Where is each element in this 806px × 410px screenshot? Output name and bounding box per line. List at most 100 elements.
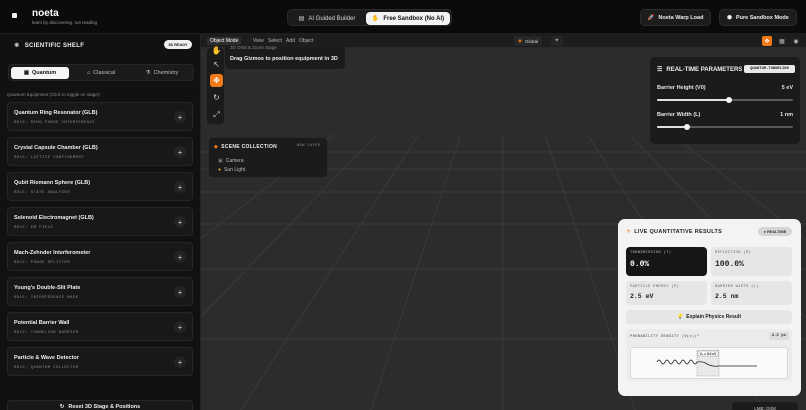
barrier-height-fill xyxy=(657,99,730,101)
free-sandbox-button[interactable]: ✋ Free Sandbox (No AI) xyxy=(366,12,450,25)
object-mode-menu[interactable]: Object Mode xyxy=(207,37,242,45)
transmission-value: 0.0% xyxy=(630,260,650,269)
equipment-role: ROLE: LATTICE CONFINEMENT xyxy=(14,156,85,160)
scene-item-sun-light[interactable]: ● Sun Light xyxy=(218,167,245,173)
scene-item-camera[interactable]: ▣ Camera xyxy=(218,158,244,164)
tab-classical[interactable]: ⌂ Classical xyxy=(73,67,129,79)
select-menu[interactable]: Select xyxy=(268,38,282,44)
scale-tool-icon[interactable]: ⤢ xyxy=(210,108,223,121)
equipment-role: ROLE: RING PHASE INTERFERENCE xyxy=(14,121,96,125)
barrier-width-label: Barrier Width (L) xyxy=(657,112,701,118)
grid-view-icon[interactable]: ▦ xyxy=(777,36,787,46)
scene-collection-panel: ◈ SCENE COLLECTION NEW LAYER ▣ Camera ● … xyxy=(208,137,328,178)
add-icon[interactable]: + xyxy=(174,321,186,333)
transform-space-select[interactable]: ◉ Global xyxy=(514,36,542,46)
barrier-width-thumb[interactable] xyxy=(683,124,690,130)
move-tool-icon[interactable]: ✥ xyxy=(210,74,223,87)
transform-space-label: Global xyxy=(524,38,538,44)
probability-density-label: PROBABILITY DENSITY |Ψ(x)|² xyxy=(630,335,700,339)
viewport-help-chip: LMB: Orbit xyxy=(732,402,798,410)
equipment-role: ROLE: TUNNELING BARRIER xyxy=(14,331,79,335)
rocket-icon: 🚀 xyxy=(647,14,655,21)
barrier-height-value: 5 eV xyxy=(781,85,793,91)
camera-icon: ▣ xyxy=(218,158,223,164)
add-icon[interactable]: + xyxy=(174,111,186,123)
equipment-item[interactable]: Young's Double-Slit Plate ROLE: INTERFER… xyxy=(7,277,193,306)
tab-quantum[interactable]: ▦ Quantum xyxy=(11,67,69,79)
barrier-height-slider[interactable] xyxy=(657,97,793,103)
cube-icon: ⬢ xyxy=(727,14,732,21)
parameters-title-text: REAL-TIME PARAMETERS xyxy=(666,66,743,73)
equipment-name: Particle & Wave Detector xyxy=(14,355,79,361)
sidebar-title: ⚛ SCIENTIFIC SHELF xyxy=(14,42,85,50)
sun-icon: ● xyxy=(218,167,222,173)
equipment-item[interactable]: Mach-Zehnder Interferometer ROLE: PHASE … xyxy=(7,242,193,271)
probability-density-plot: V₀ = 5.0 eV xyxy=(630,347,788,379)
equipment-item[interactable]: Quantum Ring Resonator (GLB) ROLE: RING … xyxy=(7,102,193,131)
eye-icon[interactable]: ◉ xyxy=(791,36,801,46)
warp-load-label: Noeta Warp Load xyxy=(658,14,704,21)
move-view-icon[interactable]: ✥ xyxy=(762,36,772,46)
transform-toolbar: ✋ ↖ ✥ ↻ ⤢ xyxy=(206,46,225,125)
3d-viewport[interactable]: Object Mode View Select Add Object ◉ Glo… xyxy=(201,34,806,410)
results-title: ϟ LIVE QUANTITATIVE RESULTS xyxy=(627,229,722,235)
brand-name: noeta xyxy=(32,8,59,19)
explain-physics-button[interactable]: 💡 Explain Physics Result xyxy=(626,310,792,324)
refresh-icon: ↻ xyxy=(59,404,65,410)
live-results-panel: ϟ LIVE QUANTITATIVE RESULTS ● REALTIME T… xyxy=(618,219,801,396)
incident-wave xyxy=(656,359,698,365)
reflection-label: REFLECTION (R) xyxy=(715,251,752,255)
ai-guided-builder-button[interactable]: ▤ AI Guided Builder xyxy=(292,12,362,25)
snap-icon[interactable]: ⌖ xyxy=(551,36,563,46)
grid-icon: ▦ xyxy=(23,70,30,76)
equipment-name: Mach-Zehnder Interferometer xyxy=(14,250,91,256)
equipment-item[interactable]: Crystal Capsule Chamber (GLB) ROLE: LATT… xyxy=(7,137,193,166)
tab-chemistry[interactable]: ⚗ Chemistry xyxy=(133,67,191,79)
equipment-item[interactable]: Particle & Wave Detector ROLE: QUANTUM C… xyxy=(7,347,193,376)
add-menu[interactable]: Add xyxy=(286,38,295,44)
mode-switch: ▤ AI Guided Builder ✋ Free Sandbox (No A… xyxy=(287,9,452,26)
barrier-width-card: BARRIER WIDTH (L) 2.5 nm xyxy=(711,281,792,305)
barrier-height-thumb[interactable] xyxy=(726,97,733,103)
warp-load-button[interactable]: 🚀 Noeta Warp Load xyxy=(640,9,711,26)
add-icon[interactable]: + xyxy=(174,216,186,228)
equipment-item[interactable]: Qubit Riemann Sphere (GLB) ROLE: STATE A… xyxy=(7,172,193,201)
parameters-title: ☰ REAL-TIME PARAMETERS xyxy=(657,66,743,74)
scientific-shelf-sidebar: ⚛ SCIENTIFIC SHELF 3D READY ▦ Quantum ⌂ … xyxy=(0,34,201,410)
sidebar-title-text: SCIENTIFIC SHELF xyxy=(24,42,85,49)
equipment-item[interactable]: Solenoid Electromagnet (GLB) ROLE: EM FI… xyxy=(7,207,193,236)
atom-icon: ⚛ xyxy=(14,43,20,49)
pure-sandbox-button[interactable]: ⬢ Pure Sandbox Mode xyxy=(719,9,797,26)
reset-stage-label: Reset 3D Stage & Positions xyxy=(68,404,141,410)
stage-hint-subtitle: 3D Orbit & Zoom Stage xyxy=(230,45,277,50)
flask-icon: ⚗ xyxy=(145,70,151,76)
building-icon: ⌂ xyxy=(86,70,91,76)
view-menu[interactable]: View xyxy=(253,38,264,44)
transmission-card: TRANSMISSION (T) 0.0% xyxy=(626,247,707,276)
add-icon[interactable]: + xyxy=(174,181,186,193)
rotate-tool-icon[interactable]: ↻ xyxy=(210,91,223,104)
add-icon[interactable]: + xyxy=(174,286,186,298)
add-icon[interactable]: + xyxy=(174,251,186,263)
scene-item-label: Sun Light xyxy=(224,167,246,173)
status-badge: 3D READY xyxy=(164,40,192,49)
realtime-badge-label: REALTIME xyxy=(767,229,787,234)
reset-stage-button[interactable]: ↻ Reset 3D Stage & Positions xyxy=(7,400,193,410)
stage-hint-text: Drag Gizmos to position equipment in 3D xyxy=(230,56,338,62)
object-menu[interactable]: Object xyxy=(299,38,313,44)
wavefunction-plot: V₀ = 5.0 eV xyxy=(656,349,757,377)
real-time-parameters-panel: ☰ REAL-TIME PARAMETERS QUANTUM-TUNNELING… xyxy=(649,56,801,145)
equipment-item[interactable]: Potential Barrier Wall ROLE: TUNNELING B… xyxy=(7,312,193,341)
add-icon[interactable]: + xyxy=(174,356,186,368)
select-cursor-icon[interactable]: ↖ xyxy=(210,58,223,71)
equipment-name: Quantum Ring Resonator (GLB) xyxy=(14,110,98,116)
layers-icon: ▤ xyxy=(298,16,305,22)
barrier-width-slider[interactable] xyxy=(657,124,793,130)
new-layer-button[interactable]: NEW LAYER xyxy=(297,144,320,148)
hand-tool-icon[interactable]: ✋ xyxy=(210,46,223,55)
equipment-role: ROLE: QUANTUM COLLECTOR xyxy=(14,366,79,370)
equipment-name: Qubit Riemann Sphere (GLB) xyxy=(14,180,91,186)
equipment-name: Solenoid Electromagnet (GLB) xyxy=(14,215,94,221)
add-icon[interactable]: + xyxy=(174,146,186,158)
viewport-toolbar: Object Mode View Select Add Object ◉ Glo… xyxy=(201,34,806,48)
